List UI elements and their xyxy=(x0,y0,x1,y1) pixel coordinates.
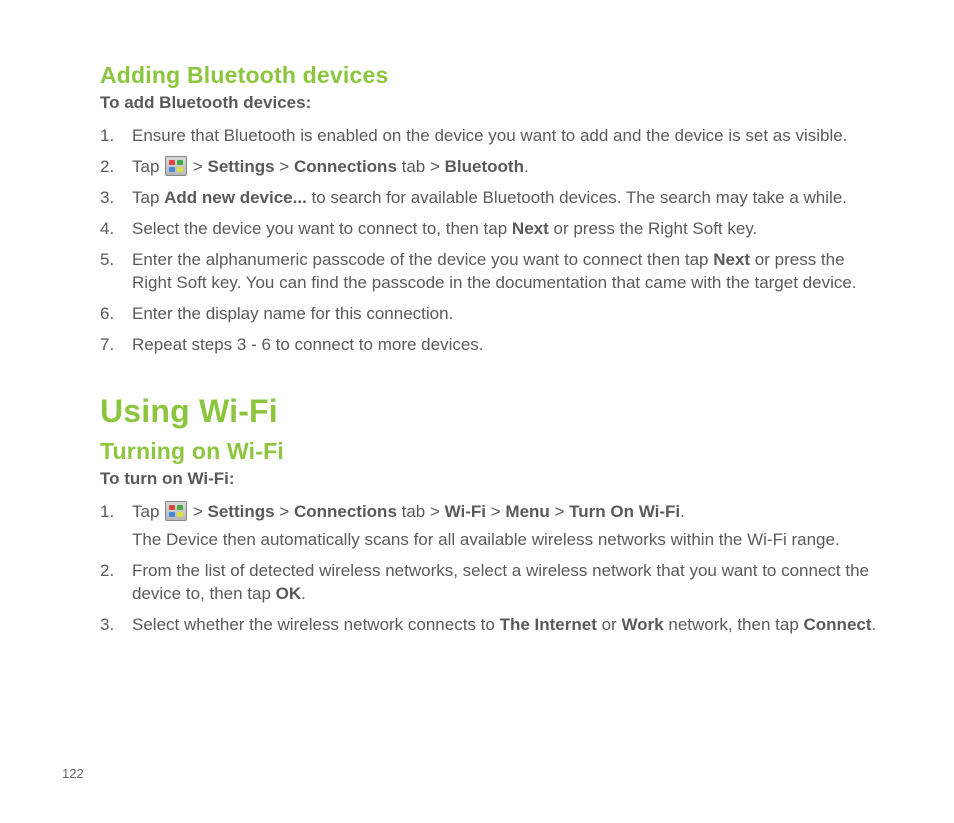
bold-text: Connect xyxy=(804,615,872,634)
step-item: Tap > Settings > Connections tab > Wi-Fi… xyxy=(100,501,882,553)
start-icon xyxy=(165,501,187,521)
step-text: > xyxy=(486,502,505,521)
step-item: Ensure that Bluetooth is enabled on the … xyxy=(100,125,882,148)
step-text: > xyxy=(275,502,294,521)
step-text: Tap xyxy=(132,502,164,521)
step-text: or xyxy=(597,615,622,634)
page-number: 122 xyxy=(62,766,84,781)
intro-bluetooth: To add Bluetooth devices: xyxy=(100,93,882,113)
step-text: From the list of detected wireless netwo… xyxy=(132,561,869,603)
bold-text: Next xyxy=(512,219,549,238)
bold-text: Next xyxy=(713,250,750,269)
step-item: Repeat steps 3 - 6 to connect to more de… xyxy=(100,334,882,357)
step-item: Enter the display name for this connecti… xyxy=(100,303,882,326)
bold-text: Work xyxy=(621,615,663,634)
step-text: > xyxy=(550,502,569,521)
bold-text: Turn On Wi-Fi xyxy=(569,502,680,521)
bold-text: Add new device... xyxy=(164,188,307,207)
step-text: Repeat steps 3 - 6 to connect to more de… xyxy=(132,335,484,354)
step-text: Ensure that Bluetooth is enabled on the … xyxy=(132,126,847,145)
bold-text: The Internet xyxy=(500,615,597,634)
steps-wifi: Tap > Settings > Connections tab > Wi-Fi… xyxy=(100,501,882,638)
bold-text: Menu xyxy=(505,502,549,521)
step-text: Enter the alphanumeric passcode of the d… xyxy=(132,250,713,269)
step-text: to search for available Bluetooth device… xyxy=(307,188,847,207)
step-text: > xyxy=(188,502,207,521)
bold-text: Bluetooth xyxy=(445,157,524,176)
intro-wifi: To turn on Wi-Fi: xyxy=(100,469,882,489)
step-text: > xyxy=(188,157,207,176)
bold-text: Connections xyxy=(294,502,397,521)
step-text: network, then tap xyxy=(664,615,804,634)
manual-page: Adding Bluetooth devices To add Bluetoot… xyxy=(0,0,954,637)
step-text: The Device then automatically scans for … xyxy=(132,530,840,549)
section-title-wifi: Using Wi-Fi xyxy=(100,393,882,430)
step-text: . xyxy=(301,584,306,603)
bold-text: Connections xyxy=(294,157,397,176)
bold-text: Settings xyxy=(208,157,275,176)
step-text: Select whether the wireless network conn… xyxy=(132,615,500,634)
step-text: tab > xyxy=(397,157,445,176)
steps-bluetooth: Ensure that Bluetooth is enabled on the … xyxy=(100,125,882,357)
section-heading-bluetooth: Adding Bluetooth devices xyxy=(100,62,882,89)
bold-text: Wi-Fi xyxy=(445,502,486,521)
step-text: tab > xyxy=(397,502,445,521)
step-item: Select the device you want to connect to… xyxy=(100,218,882,241)
step-text: . xyxy=(524,157,529,176)
step-text: or press the Right Soft key. xyxy=(549,219,758,238)
step-text: . xyxy=(680,502,685,521)
start-icon xyxy=(165,156,187,176)
step-item: Tap Add new device... to search for avai… xyxy=(100,187,882,210)
bold-text: Settings xyxy=(208,502,275,521)
step-item: From the list of detected wireless netwo… xyxy=(100,560,882,606)
step-text: . xyxy=(872,615,877,634)
bold-text: OK xyxy=(276,584,302,603)
step-text: Tap xyxy=(132,157,164,176)
step-item: Enter the alphanumeric passcode of the d… xyxy=(100,249,882,295)
step-text: Select the device you want to connect to… xyxy=(132,219,512,238)
section-heading-wifi-on: Turning on Wi-Fi xyxy=(100,438,882,465)
step-text: Enter the display name for this connecti… xyxy=(132,304,453,323)
step-item: Tap > Settings > Connections tab > Bluet… xyxy=(100,156,882,179)
step-text: Tap xyxy=(132,188,164,207)
step-text: > xyxy=(275,157,294,176)
step-item: Select whether the wireless network conn… xyxy=(100,614,882,637)
